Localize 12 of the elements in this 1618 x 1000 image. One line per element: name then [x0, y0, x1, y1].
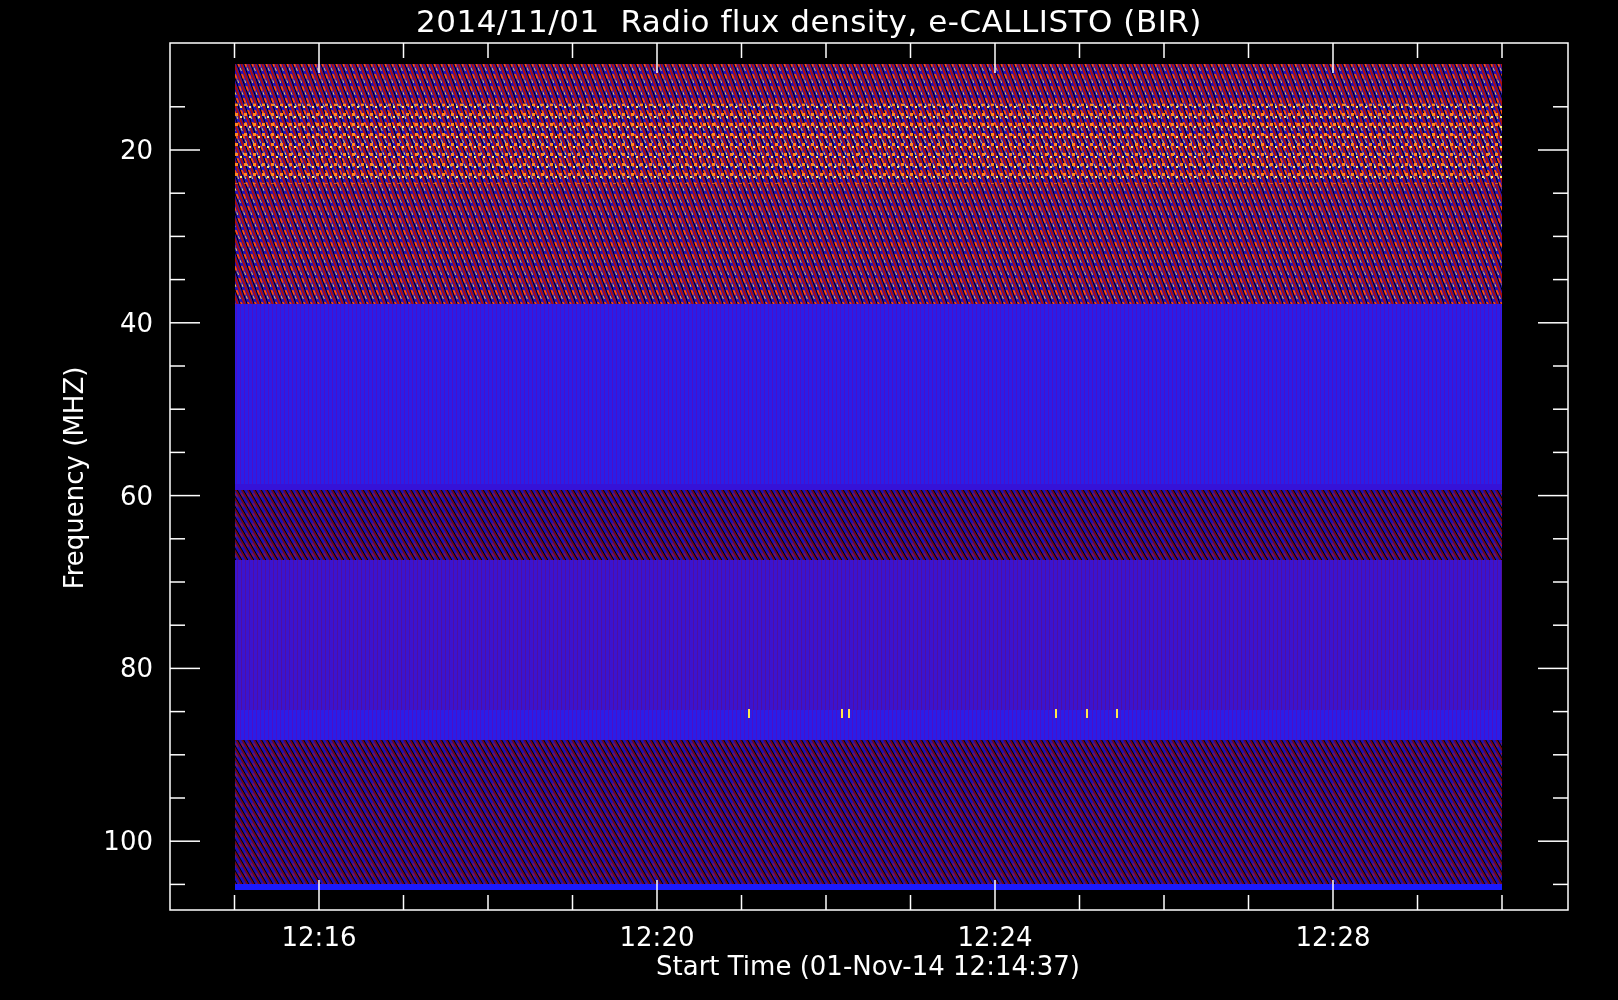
y-tick-label: 40 [119, 307, 153, 338]
y-tick-label: 80 [119, 653, 153, 684]
y-axis-label: Frequency (MHZ) [59, 366, 89, 590]
x-tick-label: 12:24 [957, 922, 1033, 952]
y-tick-label: 100 [103, 826, 153, 857]
x-tick-label: 12:20 [619, 922, 695, 952]
y-tick-label: 20 [119, 135, 153, 165]
x-axis-label: Start Time (01-Nov-14 12:14:37) [656, 951, 1080, 981]
y-tick-label: 60 [119, 480, 153, 511]
x-tick-label: 12:16 [281, 922, 357, 952]
chart-title: 2014/11/01 Radio flux density, e-CALLISTO (BIR) [416, 3, 1202, 39]
x-tick-label: 12:28 [1295, 922, 1371, 952]
